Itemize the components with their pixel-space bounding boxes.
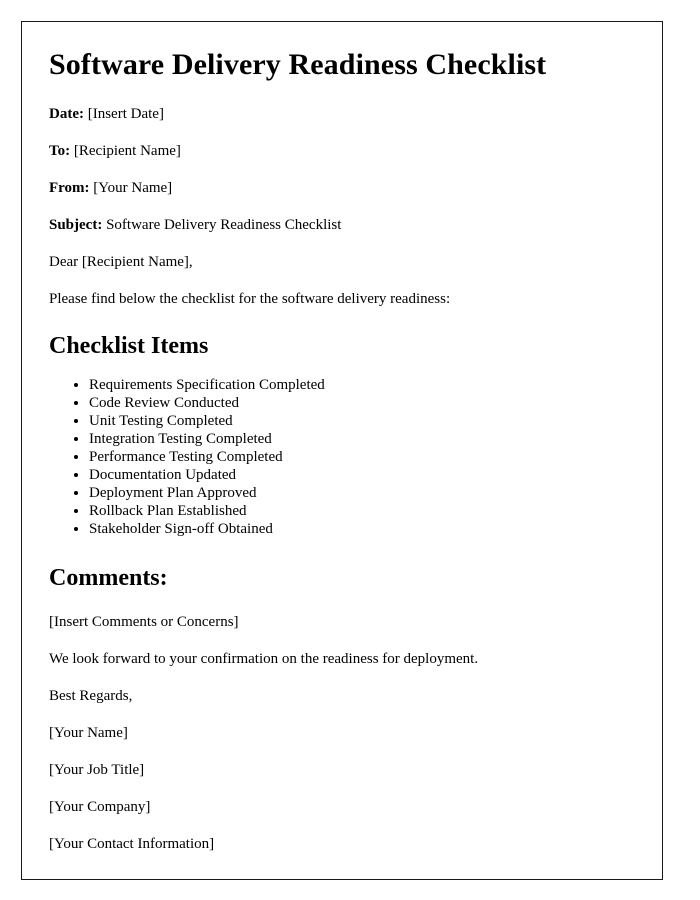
field-from-label: From: xyxy=(49,179,90,196)
field-subject-value: Software Delivery Readiness Checklist xyxy=(106,216,342,233)
document-content: Software Delivery Readiness Checklist Da… xyxy=(22,22,662,853)
list-item: Requirements Specification Completed xyxy=(89,376,634,394)
sign-off: Best Regards, xyxy=(49,688,133,705)
checklist-list: Requirements Specification Completed Cod… xyxy=(49,376,634,538)
list-item: Integration Testing Completed xyxy=(89,430,634,448)
document-page: Software Delivery Readiness Checklist Da… xyxy=(21,21,663,880)
field-from-value: [Your Name] xyxy=(93,179,173,196)
signature-name: [Your Name] xyxy=(49,725,128,742)
list-item: Deployment Plan Approved xyxy=(89,484,634,502)
field-subject-label: Subject: xyxy=(49,216,103,233)
salutation: Dear [Recipient Name], xyxy=(49,253,193,270)
field-subject: Subject: Software Delivery Readiness Che… xyxy=(49,216,634,234)
field-date-label: Date: xyxy=(49,105,84,122)
list-item: Performance Testing Completed xyxy=(89,448,634,466)
list-item: Unit Testing Completed xyxy=(89,412,634,430)
field-to-value: [Recipient Name] xyxy=(73,142,181,159)
list-item: Rollback Plan Established xyxy=(89,502,634,520)
list-item: Stakeholder Sign-off Obtained xyxy=(89,520,634,538)
list-item: Documentation Updated xyxy=(89,466,634,484)
closing-statement: We look forward to your confirmation on … xyxy=(49,651,479,668)
signature-company: [Your Company] xyxy=(49,799,151,816)
field-date: Date: [Insert Date] xyxy=(49,105,634,123)
comments-placeholder: [Insert Comments or Concerns] xyxy=(49,614,239,631)
signature-job-title: [Your Job Title] xyxy=(49,762,145,779)
list-item: Code Review Conducted xyxy=(89,394,634,412)
intro-paragraph: Please find below the checklist for the … xyxy=(49,290,451,307)
field-to: To: [Recipient Name] xyxy=(49,142,634,160)
signature-contact: [Your Contact Information] xyxy=(49,836,215,853)
signature-block: [Your Name] [Your Job Title] [Your Compa… xyxy=(49,724,634,853)
page-title: Software Delivery Readiness Checklist xyxy=(49,48,547,81)
field-from: From: [Your Name] xyxy=(49,179,634,197)
field-date-value: [Insert Date] xyxy=(87,105,164,122)
comments-heading: Comments: xyxy=(49,565,168,592)
checklist-heading: Checklist Items xyxy=(49,332,209,359)
field-to-label: To: xyxy=(49,142,71,159)
